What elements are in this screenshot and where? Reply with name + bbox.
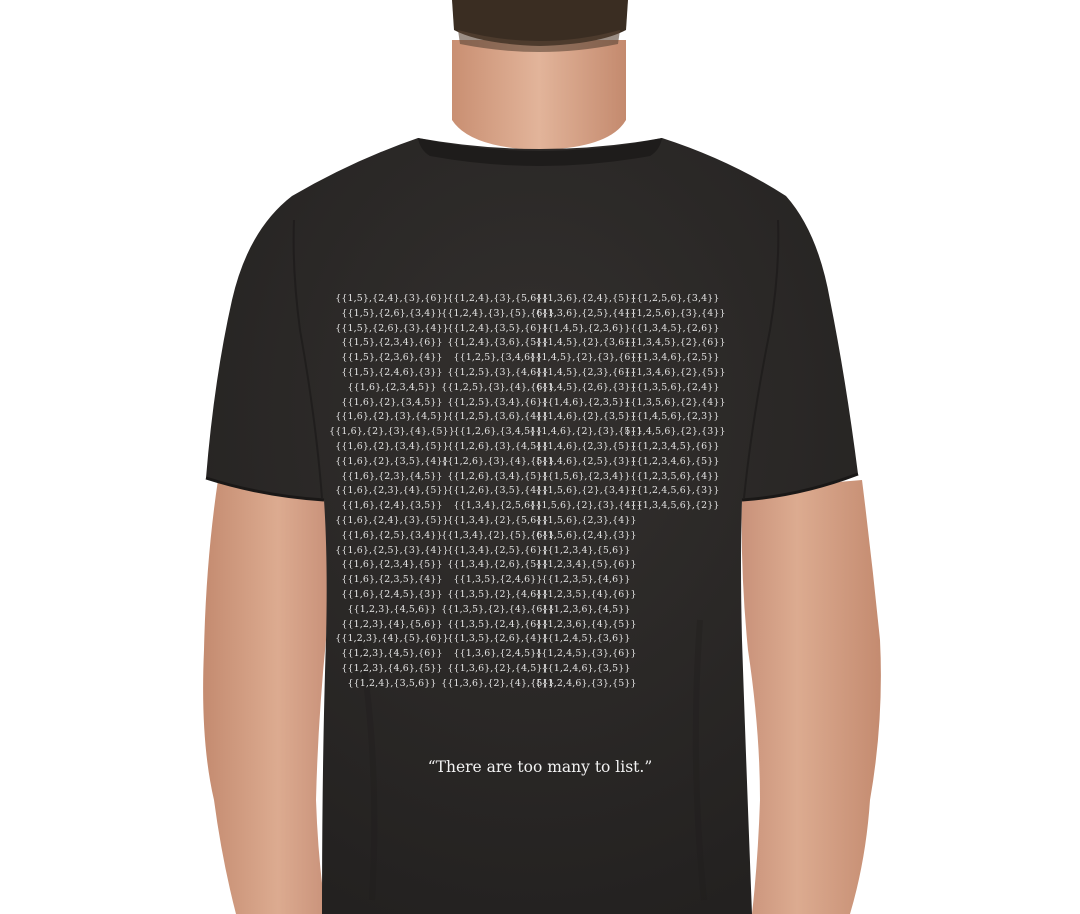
set-partition-item: {{1,2,5},{3,4},{6}} [447, 396, 549, 408]
set-partition-item: {{1,4,5},{2},{3},{6}} [529, 352, 643, 364]
set-partition-item: {{1,2,3},{4},{5},{6}} [335, 633, 449, 645]
set-partition-item: {{1,2,4,6},{3,5}} [541, 662, 631, 674]
set-partition-item: {{1,2,3},{4},{5,6}} [341, 618, 443, 630]
shirt-quote: “There are too many to list.” [427, 758, 653, 776]
set-partition-item: {{1,6},{2,3,4,5}} [347, 381, 437, 393]
set-partition-item: {{1,4,6},{2,3},{5}} [535, 440, 637, 452]
set-partition-item: {{1,5,6},{2,3},{4}} [535, 514, 637, 526]
set-partition-item: {{1,5,6},{2,3,4}} [541, 470, 631, 482]
set-partition-item: {{1,6},{2,4},{3},{5}} [335, 514, 449, 526]
neck [452, 40, 626, 150]
set-partition-item: {{1,2,6},{3},{4,5}} [447, 440, 549, 452]
set-partition-item: {{1,3,4},{2},{5,6}} [447, 514, 549, 526]
set-partition-item: {{1,2,5,6},{3},{4}} [624, 307, 726, 319]
set-partition-item: {{1,2,4,5},{3},{6}} [535, 648, 637, 660]
set-partition-item: {{1,6},{2},{3,5},{4}} [335, 455, 449, 467]
set-partition-item: {{1,3,5},{2,4},{6}} [447, 618, 549, 630]
set-partition-item: {{1,2,3,5},{4,6}} [541, 574, 631, 586]
set-partition-item: {{1,6},{2,5},{3},{4}} [335, 544, 449, 556]
set-partition-item: {{1,5},{2,4,6},{3}} [341, 366, 443, 378]
set-partition-item: {{1,5,6},{2},{3},{4}} [529, 500, 643, 512]
set-partition-item: {{1,4,5},{2,6},{3}} [535, 381, 637, 393]
set-partition-item: {{1,6},{2},{3},{4},{5}} [329, 426, 455, 438]
set-partition-item: {{1,3,6},{2,5},{4}} [535, 307, 637, 319]
set-partition-item: {{1,2,4},{3,6},{5}} [447, 337, 549, 349]
set-partition-item: {{1,2,4,5},{3,6}} [541, 633, 631, 645]
set-partition-item: {{1,3,4,6},{2},{5}} [624, 366, 726, 378]
set-partition-item: {{1,2,3,4},{5},{6}} [535, 559, 637, 571]
set-partition-item: {{1,4,6},{2,3,5}} [541, 396, 631, 408]
set-partition-item: {{1,2,4,6},{3},{5}} [535, 677, 637, 689]
set-partition-item: {{1,2,6},{3,4},{5}} [447, 470, 549, 482]
set-partition-item: {{1,3,4,6},{2,5}} [630, 352, 720, 364]
set-partition-item: {{1,2,3},{4,6},{5}} [341, 662, 443, 674]
set-partition-item: {{1,6},{2},{3,4,5}} [341, 396, 443, 408]
set-partition-item: {{1,6},{2,3,4},{5}} [341, 559, 443, 571]
set-partition-item: {{1,3,4,5},{2,6}} [630, 322, 720, 334]
set-partition-item: {{1,5},{2,3,6},{4}} [341, 352, 443, 364]
set-partition-item: {{1,4,5},{2},{3,6}} [535, 337, 637, 349]
set-partition-item: {{1,6},{2},{3,4},{5}} [335, 440, 449, 452]
set-partition-item: {{1,2,4},{3,5,6}} [347, 677, 437, 689]
set-partition-item: {{1,2,4,5,6},{3}} [630, 485, 720, 497]
set-partition-item: {{1,2,3,6},{4,5}} [541, 603, 631, 615]
set-partition-item: {{1,3,4,5,6},{2}} [630, 500, 720, 512]
set-partition-item: {{1,3,6},{2},{4,5}} [447, 662, 549, 674]
set-partition-item: {{1,6},{2,4,5},{3}} [341, 588, 443, 600]
set-partition-item: {{1,4,5},{2,3,6}} [541, 322, 631, 334]
set-partition-item: {{1,2,4},{3,5},{6}} [447, 322, 549, 334]
set-partition-item: {{1,2,5},{3},{4,6}} [447, 366, 549, 378]
set-partition-item: {{1,6},{2},{3},{4,5}} [335, 411, 449, 423]
set-partition-item: {{1,3,4},{2,5},{6}} [447, 544, 549, 556]
set-partition-item: {{1,3,5},{2,4,6}} [453, 574, 543, 586]
set-partition-item: {{1,2,3},{4,5,6}} [347, 603, 437, 615]
set-partition-item: {{1,3,5,6},{2,4}} [630, 381, 720, 393]
set-partition-item: {{1,5,6},{2},{3,4}} [535, 485, 637, 497]
set-partition-item: {{1,5},{2,6},{3,4}} [341, 307, 443, 319]
set-partition-item: {{1,4,6},{2,5},{3}} [535, 455, 637, 467]
set-partition-item: {{1,3,5},{2,6},{4}} [447, 633, 549, 645]
set-partition-item: {{1,2,3,4,5},{6}} [630, 440, 720, 452]
set-partition-item: {{1,5},{2,4},{3},{6}} [335, 293, 449, 304]
partition-column-1: {{1,5},{2,4},{3},{6}} {{1,5},{2,6},{3,4}}… [329, 292, 455, 692]
set-partition-item: {{1,6},{2,4},{3,5}} [341, 500, 443, 512]
set-partition-item: {{1,3,4},{2,6},{5}} [447, 559, 549, 571]
partition-column-3: {{1,3,6},{2,4},{5}} {{1,3,6},{2,5},{4}} {{… [529, 292, 642, 692]
set-partition-item: {{1,2,5,6},{3,4}} [630, 293, 720, 304]
set-partition-item: {{1,2,3,4,6},{5}} [630, 455, 720, 467]
partition-column-4: {{1,2,5,6},{3,4}} {{1,2,5,6},{3},{4}} {{1,… [624, 292, 725, 514]
set-partition-item: {{1,2,3},{4,5},{6}} [341, 648, 443, 660]
set-partition-item: {{1,2,6},{3,5},{4}} [447, 485, 549, 497]
set-partition-item: {{1,6},{2,5},{3,4}} [341, 529, 443, 541]
set-partition-item: {{1,6},{2,3},{4,5}} [341, 470, 443, 482]
right-arm [741, 480, 881, 914]
set-partition-item: {{1,6},{2,3,5},{4}} [341, 574, 443, 586]
set-partition-item: {{1,3,5,6},{2},{4}} [624, 396, 726, 408]
set-partition-item: {{1,5},{2,6},{3},{4}} [335, 322, 449, 334]
set-partition-item: {{1,2,4},{3},{5,6}} [447, 293, 549, 304]
set-partition-item: {{1,3,6},{2,4},{5}} [535, 293, 637, 304]
set-partition-item: {{1,6},{2,3},{4},{5}} [335, 485, 449, 497]
left-arm [203, 480, 328, 914]
set-partition-item: {{1,4,5},{2,3},{6}} [535, 366, 637, 378]
set-partition-item: {{1,5},{2,3,4},{6}} [341, 337, 443, 349]
set-partition-item: {{1,4,5,6},{2,3}} [630, 411, 720, 423]
set-partition-item: {{1,2,5},{3,6},{4}} [447, 411, 549, 423]
set-partition-item: {{1,2,3,4},{5,6}} [541, 544, 631, 556]
set-partition-item: {{1,4,6},{2},{3,5}} [535, 411, 637, 423]
set-partition-item: {{1,2,3,5,6},{4}} [630, 470, 720, 482]
set-partition-item: {{1,3,5},{2},{4,6}} [447, 588, 549, 600]
set-partition-item: {{1,3,6},{2,4,5}} [453, 648, 543, 660]
set-partition-item: {{1,3,4,5},{2},{6}} [624, 337, 726, 349]
set-partition-item: {{1,5,6},{2,4},{3}} [535, 529, 637, 541]
set-partition-item: {{1,2,3,5},{4},{6}} [535, 588, 637, 600]
set-partition-item: {{1,2,3,6},{4},{5}} [535, 618, 637, 630]
set-partition-item: {{1,4,5,6},{2},{3}} [624, 426, 726, 438]
